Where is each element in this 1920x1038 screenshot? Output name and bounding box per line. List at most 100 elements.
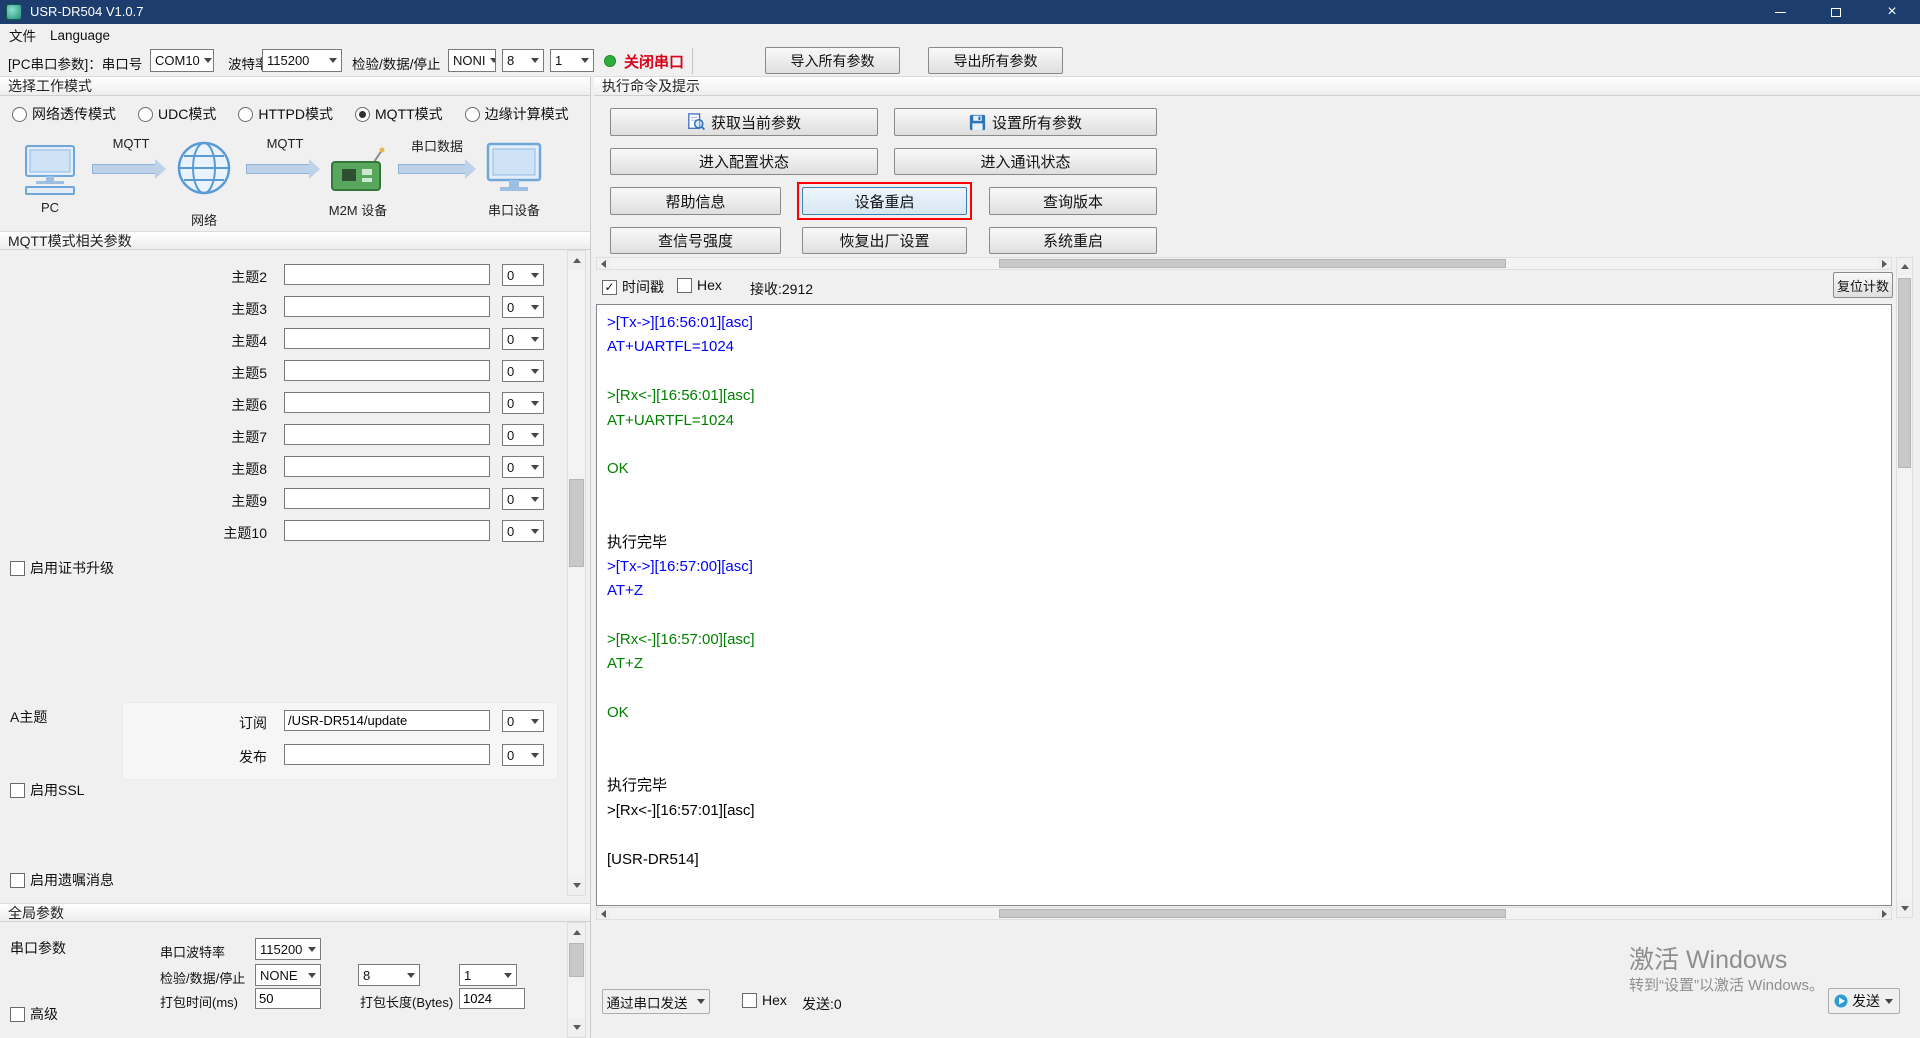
topic-qos-select[interactable]: 0 (502, 392, 544, 414)
topic-input[interactable] (284, 296, 490, 317)
topic-qos-select[interactable]: 0 (502, 328, 544, 350)
scroll-left-icon[interactable] (597, 908, 610, 919)
chevron-down-icon (527, 457, 543, 477)
global-stopbits-select[interactable]: 1 (459, 964, 517, 986)
work-mode-radio[interactable]: 边缘计算模式 (465, 104, 569, 124)
scrollbar-thumb[interactable] (999, 259, 1506, 268)
scroll-up-icon[interactable] (1897, 258, 1912, 275)
enter-config-button[interactable]: 进入配置状态 (610, 148, 878, 175)
scroll-left-icon[interactable] (597, 258, 610, 269)
topic-qos-select[interactable]: 0 (502, 360, 544, 382)
rx-hex-checkbox[interactable]: Hex (677, 277, 722, 293)
ssl-checkbox[interactable]: 启用SSL (10, 780, 84, 800)
close-port-button[interactable]: 关闭串口 (604, 50, 684, 72)
topic-qos-select[interactable]: 0 (502, 488, 544, 510)
chevron-down-icon (527, 425, 543, 445)
work-mode-radio[interactable]: 网络透传模式 (12, 104, 116, 124)
checkbox-icon (677, 278, 692, 293)
timestamp-checkbox[interactable]: 时间戳 (602, 277, 664, 297)
topic-input[interactable] (284, 328, 490, 349)
topic-input[interactable] (284, 360, 490, 381)
scroll-up-icon[interactable] (568, 923, 585, 942)
global-parity-select[interactable]: NONE (255, 964, 321, 986)
topic-qos-select[interactable]: 0 (502, 456, 544, 478)
packtime-input[interactable] (255, 988, 321, 1009)
baud-select[interactable]: 115200 (262, 49, 342, 72)
tx-hex-checkbox[interactable]: Hex (742, 992, 787, 1008)
menu-file[interactable]: 文件 (2, 23, 43, 47)
system-restart-button[interactable]: 系统重启 (989, 227, 1157, 254)
work-mode-radio[interactable]: UDC模式 (138, 104, 216, 124)
factory-reset-button[interactable]: 恢复出厂设置 (802, 227, 967, 254)
topic-qos-select[interactable]: 0 (502, 264, 544, 286)
will-message-checkbox[interactable]: 启用遗嘱消息 (10, 870, 114, 890)
log-vertical-scrollbar[interactable] (1896, 257, 1913, 918)
get-current-params-button[interactable]: 获取当前参数 (610, 108, 878, 136)
global-scrollbar[interactable] (567, 922, 586, 1038)
menu-language[interactable]: Language (43, 26, 117, 45)
log-top-scrollbar[interactable] (596, 257, 1892, 270)
global-frame-label: 检验/数据/停止 (160, 968, 245, 987)
mqtt-topic-row: 主题2 0 (0, 264, 560, 296)
scrollbar-thumb[interactable] (1898, 278, 1911, 468)
mqtt-topic-row: 主题3 0 (0, 296, 560, 328)
reset-counter-button[interactable]: 复位计数 (1833, 272, 1893, 298)
scrollbar-thumb[interactable] (999, 909, 1506, 918)
maximize-button[interactable] (1808, 0, 1864, 24)
publish-qos-value: 0 (507, 748, 514, 763)
topic-qos-select[interactable]: 0 (502, 424, 544, 446)
link3-label: 串口数据 (398, 136, 476, 155)
packlen-input[interactable] (459, 988, 525, 1009)
scrollbar-thumb[interactable] (569, 943, 584, 977)
export-params-button[interactable]: 导出所有参数 (928, 47, 1063, 74)
topic-qos-select[interactable]: 0 (502, 296, 544, 318)
help-info-button[interactable]: 帮助信息 (610, 187, 781, 215)
scroll-up-icon[interactable] (568, 251, 585, 270)
send-via-serial-dropdown[interactable]: 通过串口发送 (602, 989, 710, 1014)
minimize-button[interactable] (1752, 0, 1808, 24)
query-version-button[interactable]: 查询版本 (989, 187, 1157, 215)
publish-topic-input[interactable] (284, 744, 490, 765)
scroll-down-icon[interactable] (1897, 900, 1912, 917)
chevron-down-icon (527, 50, 543, 71)
com-port-select[interactable]: COM10 (150, 49, 214, 72)
subscribe-qos-select[interactable]: 0 (502, 710, 544, 732)
log-output[interactable]: >[Tx->][16:56:01][asc]AT+UARTFL=1024>[Rx… (596, 304, 1892, 906)
import-params-button[interactable]: 导入所有参数 (765, 47, 900, 74)
parity-select[interactable]: NONI (448, 49, 496, 72)
publish-qos-select[interactable]: 0 (502, 744, 544, 766)
mqtt-scrollbar[interactable] (567, 250, 586, 896)
log-bottom-scrollbar[interactable] (596, 907, 1892, 920)
databits-select[interactable]: 8 (502, 49, 544, 72)
global-baud-select[interactable]: 115200 (255, 938, 321, 960)
topic-input[interactable] (284, 392, 490, 413)
topic-input[interactable] (284, 488, 490, 509)
scrollbar-thumb[interactable] (569, 479, 584, 567)
scroll-right-icon[interactable] (1878, 908, 1891, 919)
work-mode-radio[interactable]: HTTPD模式 (238, 104, 333, 124)
stopbits-select[interactable]: 1 (550, 49, 594, 72)
set-all-params-button[interactable]: 设置所有参数 (894, 108, 1157, 136)
topic-input[interactable] (284, 424, 490, 445)
scroll-down-icon[interactable] (568, 876, 585, 895)
topic-input[interactable] (284, 520, 490, 541)
enter-comm-button[interactable]: 进入通讯状态 (894, 148, 1157, 175)
global-parity-value: NONE (260, 968, 298, 983)
cert-upgrade-checkbox[interactable]: 启用证书升级 (10, 558, 114, 578)
global-databits-select[interactable]: 8 (358, 964, 420, 986)
scroll-right-icon[interactable] (1878, 258, 1891, 269)
network-label: 网络 (176, 210, 232, 229)
subscribe-topic-input[interactable] (284, 710, 490, 731)
scroll-down-icon[interactable] (568, 1018, 585, 1037)
close-button[interactable]: × (1864, 0, 1920, 24)
topic-qos-select[interactable]: 0 (502, 520, 544, 542)
radio-label: MQTT模式 (375, 104, 443, 124)
log-line: >[Rx<-][16:56:01][asc] (607, 384, 1881, 408)
topic-input[interactable] (284, 456, 490, 477)
advanced-checkbox[interactable]: 高级 (10, 1004, 58, 1024)
send-button[interactable]: 发送 (1828, 988, 1900, 1014)
topic-input[interactable] (284, 264, 490, 285)
work-mode-radio[interactable]: MQTT模式 (355, 104, 443, 124)
signal-strength-button[interactable]: 查信号强度 (610, 227, 781, 254)
maximize-icon (1831, 8, 1841, 17)
